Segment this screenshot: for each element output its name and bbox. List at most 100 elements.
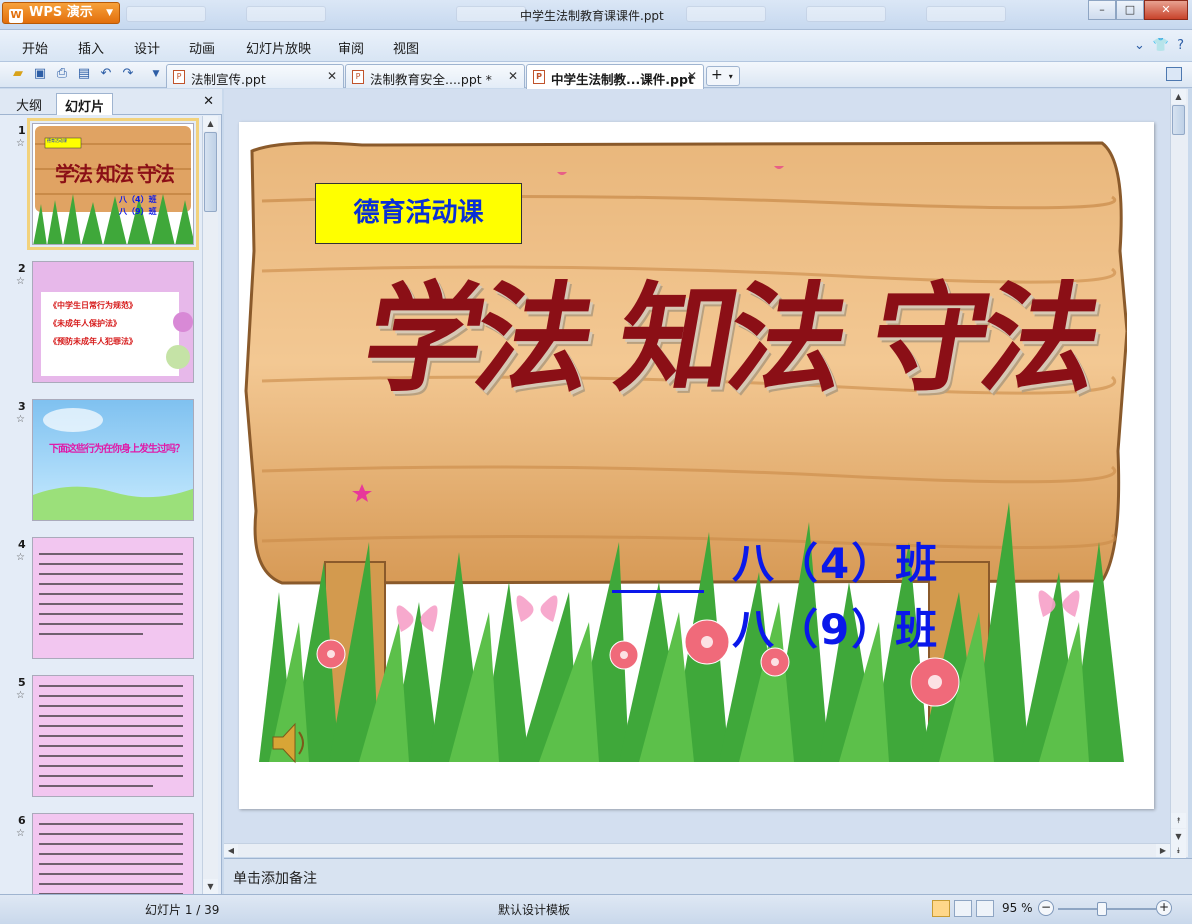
tab-slides[interactable]: 幻灯片 (56, 93, 114, 115)
tab-outline[interactable]: 大纲 (8, 93, 50, 115)
skin-icon[interactable]: 👕 (1153, 38, 1169, 53)
zoom-level[interactable]: 95 % (1002, 901, 1033, 915)
thumb-number: 2 (18, 262, 26, 275)
redo-icon[interactable]: ↷ (120, 66, 136, 82)
animation-star-icon: ☆ (16, 690, 25, 701)
zoom-out-button[interactable]: − (1038, 900, 1054, 916)
chevron-down-icon: ▼ (106, 8, 113, 18)
thumb-number: 6 (18, 814, 26, 827)
slide-thumbnail-2[interactable]: 《中学生日常行为规范》 《未成年人保护法》 《预防未成年人犯罪法》 (32, 261, 194, 383)
zoom-slider-handle[interactable] (1097, 902, 1107, 916)
animation-star-icon: ☆ (16, 552, 25, 563)
doc-tab-3[interactable]: P 中学生法制教...课件.ppt ✕ (526, 64, 704, 89)
scroll-thumb[interactable] (204, 132, 217, 212)
animation-star-icon: ☆ (16, 276, 25, 287)
zoom-in-button[interactable]: + (1156, 900, 1172, 916)
thumb-line: 《未成年人保护法》 (49, 319, 121, 328)
doc-tab-label: 法制宣传.ppt (191, 72, 266, 87)
scroll-down-icon[interactable]: ▼ (1171, 829, 1186, 844)
wps-logo-icon: W (9, 9, 23, 23)
menu-view[interactable]: 视图 (393, 38, 419, 57)
menu-design[interactable]: 设计 (134, 38, 160, 57)
menu-animation[interactable]: 动画 (189, 38, 215, 57)
doc-tab-2[interactable]: P 法制教育安全....ppt * ✕ (345, 64, 525, 88)
normal-view-button[interactable] (932, 900, 950, 917)
menu-slideshow[interactable]: 幻灯片放映 (246, 38, 311, 57)
slide-thumbnail-3[interactable]: 下面这些行为在你身上发生过吗？ (32, 399, 194, 521)
notes-pane[interactable]: 单击添加备注 (224, 858, 1192, 894)
minimize-button[interactable]: – (1088, 0, 1116, 20)
menu-bar: 开始 插入 设计 动画 幻灯片放映 审阅 视图 ⌄ 👕 ? (0, 30, 1192, 62)
slides-panel: 大纲 幻灯片 ✕ 1 ☆ 德育活动课 学法 知法 守法 八（4）班 八（9）班 … (0, 89, 222, 894)
wps-app-menu-button[interactable]: W WPS 演示 ▼ (2, 2, 120, 24)
window-layout-icon[interactable] (1166, 67, 1182, 81)
doc-tab-1[interactable]: P 法制宣传.ppt ✕ (166, 64, 344, 88)
slide-thumbnails: 1 ☆ 德育活动课 学法 知法 守法 八（4）班 八（9）班 2 ☆ 《中学生日… (0, 116, 202, 894)
background-tab[interactable] (926, 6, 1006, 22)
doc-tab-label: 中学生法制教...课件.ppt (551, 72, 694, 87)
scroll-right-icon[interactable]: ▶ (1156, 844, 1170, 857)
slideshow-view-button[interactable] (976, 900, 994, 917)
scroll-thumb[interactable] (1172, 105, 1185, 135)
current-slide[interactable]: 德育活动课 学法 知法 守法 八（4）班 八（9）班 (239, 122, 1154, 809)
close-button[interactable]: ✕ (1144, 0, 1188, 20)
open-icon[interactable]: ▰ (10, 66, 26, 82)
close-tab-icon[interactable]: ✕ (327, 69, 337, 83)
menu-home[interactable]: 开始 (22, 38, 48, 57)
maximize-button[interactable]: □ (1116, 0, 1144, 20)
new-tab-button[interactable]: + ▾ (706, 66, 740, 86)
close-panel-icon[interactable]: ✕ (203, 94, 214, 109)
scroll-up-icon[interactable]: ▲ (1171, 89, 1186, 104)
slide-horizontal-scrollbar[interactable]: ◀ ▶ (224, 843, 1170, 857)
class-line-2[interactable]: 八（9）班 (732, 596, 939, 657)
slide-thumbnail-6[interactable] (32, 813, 194, 894)
save-icon[interactable]: ▣ (32, 66, 48, 82)
thumb-number: 1 (18, 124, 26, 137)
thumb-line: 八（9）班 (119, 207, 157, 216)
close-tab-icon[interactable]: ✕ (687, 69, 697, 83)
background-tab[interactable] (126, 6, 206, 22)
plus-icon: + (711, 67, 723, 83)
class-line-1[interactable]: 八（4）班 (732, 530, 939, 591)
menu-review[interactable]: 审阅 (338, 38, 364, 57)
chevron-down-icon: ▾ (728, 72, 733, 81)
template-name[interactable]: 默认设计模板 (498, 901, 570, 918)
slide-thumbnail-1[interactable]: 德育活动课 学法 知法 守法 八（4）班 八（9）班 (27, 118, 199, 250)
dash-line (612, 590, 704, 593)
collapse-ribbon-icon[interactable]: ⌄ (1134, 38, 1145, 53)
background-tab[interactable] (456, 6, 526, 22)
customize-toolbar-icon[interactable]: ▼ (148, 66, 164, 82)
next-slide-icon[interactable]: ⯯ (1171, 843, 1186, 858)
thumbnail-art (33, 538, 193, 658)
thumbnail-art (33, 400, 193, 520)
ppt-file-icon: P (173, 70, 185, 84)
slide-thumbnail-4[interactable] (32, 537, 194, 659)
thumb-line: 《中学生日常行为规范》 (49, 301, 137, 310)
print-icon[interactable]: ⎙ (54, 66, 70, 82)
slide-thumbnail-5[interactable] (32, 675, 194, 797)
thumbnails-scrollbar[interactable]: ▲ ▼ (202, 116, 218, 894)
slide-sorter-view-button[interactable] (954, 900, 972, 917)
slide-vertical-scrollbar[interactable]: ▲ ⯭ ▼ ⯯ (1170, 89, 1188, 858)
scroll-up-icon[interactable]: ▲ (203, 116, 218, 131)
notes-placeholder: 单击添加备注 (233, 871, 317, 887)
app-name: WPS 演示 (29, 5, 93, 20)
toolbar: ▰ ▣ ⎙ ▤ ↶ ↷ ▼ P 法制宣传.ppt ✕ P 法制教育安全....p… (0, 62, 1192, 89)
print-preview-icon[interactable]: ▤ (76, 66, 92, 82)
help-icon[interactable]: ? (1177, 38, 1184, 53)
ppt-file-icon: P (352, 70, 364, 84)
zoom-slider-track[interactable] (1058, 908, 1156, 910)
close-tab-icon[interactable]: ✕ (508, 69, 518, 83)
background-tab[interactable] (246, 6, 326, 22)
previous-slide-icon[interactable]: ⯭ (1171, 813, 1186, 828)
slide-title[interactable]: 学法 知法 守法 (354, 270, 1105, 408)
undo-icon[interactable]: ↶ (98, 66, 114, 82)
menu-insert[interactable]: 插入 (78, 38, 104, 57)
badge-textbox[interactable]: 德育活动课 (315, 183, 522, 244)
scroll-down-icon[interactable]: ▼ (203, 879, 218, 894)
background-tab[interactable] (686, 6, 766, 22)
background-tab[interactable] (806, 6, 886, 22)
thumb-number: 5 (18, 676, 26, 689)
thumb-title: 学法 知法 守法 (55, 162, 175, 186)
scroll-left-icon[interactable]: ◀ (224, 844, 238, 857)
